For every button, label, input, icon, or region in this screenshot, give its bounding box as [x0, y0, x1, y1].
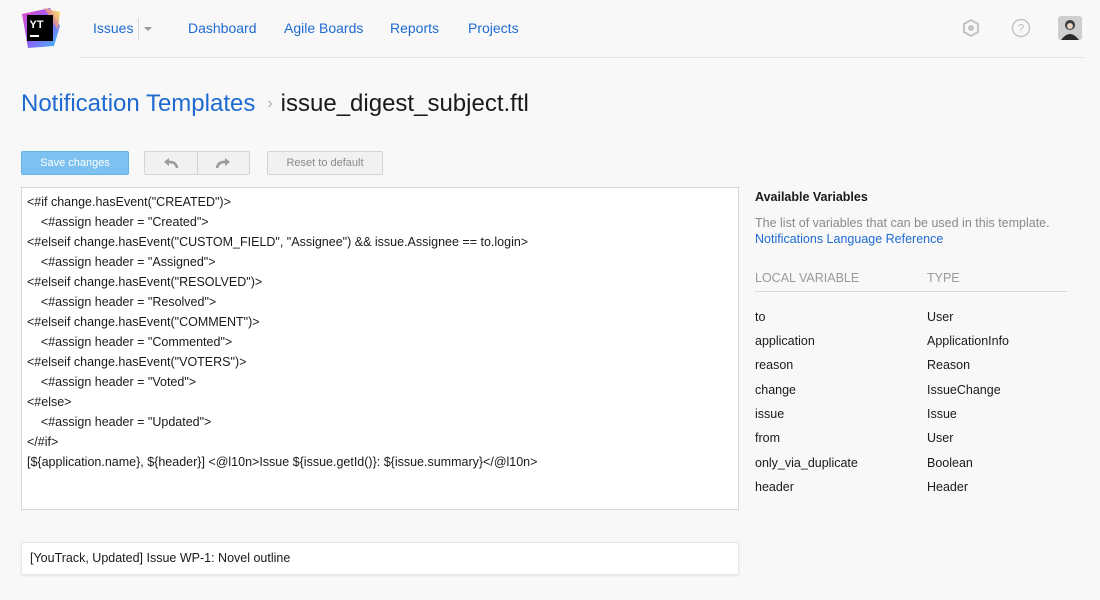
youtrack-logo[interactable]: YT — [20, 8, 62, 48]
code-line: </#if> — [27, 435, 59, 449]
undo-button[interactable] — [145, 152, 197, 174]
available-variables-panel: Available Variables The list of variable… — [755, 190, 1067, 494]
variable-type: Reason — [927, 358, 971, 372]
variable-row: reason Reason — [755, 358, 1067, 378]
nav-dashboard[interactable]: Dashboard — [188, 20, 257, 36]
help-icon[interactable]: ? — [1010, 17, 1032, 39]
variable-row: application ApplicationInfo — [755, 334, 1067, 354]
code-line: [${application.name}, ${header}] <@l10n>… — [27, 455, 538, 469]
variable-row: to User — [755, 310, 1067, 330]
variable-row: change IssueChange — [755, 383, 1067, 403]
column-header-local-variable: LOCAL VARIABLE — [755, 271, 860, 285]
template-editor[interactable]: <#if change.hasEvent("CREATED")> <#assig… — [21, 187, 739, 510]
logo-text: YT — [30, 19, 44, 31]
template-preview: [YouTrack, Updated] Issue WP-1: Novel ou… — [21, 542, 739, 575]
variable-row: only_via_duplicate Boolean — [755, 456, 1067, 476]
header-divider — [80, 57, 1084, 58]
variable-type: User — [927, 310, 954, 324]
variable-name: change — [755, 383, 797, 397]
redo-button[interactable] — [196, 152, 250, 174]
user-avatar[interactable] — [1058, 16, 1082, 40]
variable-type: IssueChange — [927, 383, 1001, 397]
nav-projects[interactable]: Projects — [468, 20, 519, 36]
sidebar-description: The list of variables that can be used i… — [755, 216, 1050, 230]
top-navigation: YT Issues Dashboard Agile Boards Reports… — [0, 0, 1100, 58]
variable-name: header — [755, 480, 794, 494]
page-title: issue_digest_subject.ftl — [280, 90, 529, 117]
code-line: <#assign header = "Resolved"> — [27, 295, 217, 309]
sidebar-title: Available Variables — [755, 190, 868, 204]
variable-row: header Header — [755, 480, 1067, 500]
code-line: <#assign header = "Created"> — [27, 215, 209, 229]
variables-table-header: LOCAL VARIABLE TYPE — [755, 271, 1067, 292]
variable-name: only_via_duplicate — [755, 456, 858, 470]
issues-dropdown-toggle[interactable] — [138, 18, 156, 40]
variable-name: to — [755, 310, 766, 324]
reset-to-default-button[interactable]: Reset to default — [267, 151, 383, 175]
variable-name: reason — [755, 358, 794, 372]
column-header-type: TYPE — [927, 271, 960, 285]
nav-agile-boards[interactable]: Agile Boards — [284, 20, 363, 36]
breadcrumb-separator-icon: › — [267, 95, 273, 112]
code-line: <#assign header = "Updated"> — [27, 415, 212, 429]
variable-type: User — [927, 431, 954, 445]
variable-name: issue — [755, 407, 785, 421]
variable-type: Header — [927, 480, 968, 494]
variable-name: application — [755, 334, 815, 348]
variable-row: from User — [755, 431, 1067, 451]
code-line: <#else> — [27, 395, 72, 409]
variable-type: Boolean — [927, 456, 973, 470]
code-line: <#elseif change.hasEvent("CUSTOM_FIELD",… — [27, 235, 529, 249]
svg-text:?: ? — [1018, 22, 1025, 36]
code-line: <#assign header = "Assigned"> — [27, 255, 216, 269]
undo-icon — [163, 158, 178, 169]
nav-issues[interactable]: Issues — [93, 20, 133, 36]
settings-icon[interactable] — [960, 17, 982, 39]
variable-name: from — [755, 431, 780, 445]
variable-type: ApplicationInfo — [927, 334, 1010, 348]
undo-redo-group — [144, 151, 250, 175]
code-line: <#assign header = "Commented"> — [27, 335, 233, 349]
variable-type: Issue — [927, 407, 957, 421]
breadcrumb-notification-templates[interactable]: Notification Templates — [21, 90, 255, 117]
nav-reports[interactable]: Reports — [390, 20, 439, 36]
code-line: <#assign header = "Voted"> — [27, 375, 197, 389]
variable-row: issue Issue — [755, 407, 1067, 427]
breadcrumb: Notification Templates › issue_digest_subj… — [21, 90, 529, 118]
code-line: <#elseif change.hasEvent("VOTERS")> — [27, 355, 247, 369]
code-line: <#elseif change.hasEvent("COMMENT")> — [27, 315, 260, 329]
code-line: <#if change.hasEvent("CREATED")> — [27, 195, 231, 209]
save-changes-button[interactable]: Save changes — [21, 151, 129, 175]
redo-icon — [216, 158, 231, 169]
code-line: <#elseif change.hasEvent("RESOLVED")> — [27, 275, 263, 289]
notifications-language-reference-link[interactable]: Notifications Language Reference — [755, 232, 943, 246]
